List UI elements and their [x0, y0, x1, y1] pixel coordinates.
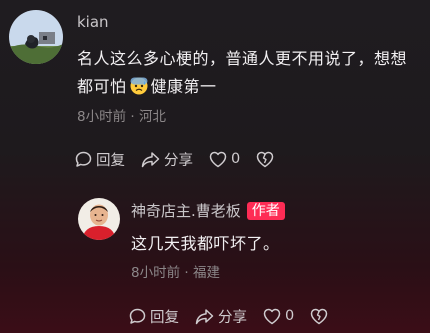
comment-meta: 8小时前 · 福建 [131, 264, 220, 282]
avatar[interactable] [9, 10, 63, 64]
comment-item: kian 名人这么多心梗的，普通人更不用说了，想想都可怕 健康第一 8小时前 ·… [0, 0, 430, 180]
like-button[interactable]: 0 [209, 151, 240, 168]
meta-separator: · [130, 109, 135, 125]
dislike-button[interactable] [310, 308, 328, 325]
reply-label: 回复 [150, 309, 179, 326]
comment-bubble-icon [129, 308, 146, 324]
avatar-image [78, 198, 120, 240]
share-arrow-icon [195, 308, 214, 324]
comment-time: 8小时前 [77, 109, 127, 125]
comment-meta: 8小时前 · 河北 [77, 108, 166, 126]
avatar[interactable] [78, 198, 120, 240]
reply-button[interactable]: 回复 [129, 306, 179, 327]
broken-heart-icon [310, 308, 328, 324]
heart-icon [209, 151, 227, 167]
comment-author-name[interactable]: 神奇店主.曹老板 [131, 202, 241, 220]
comment-location: 河北 [138, 109, 166, 125]
comment-time: 8小时前 [131, 265, 181, 281]
comment-text-part1: 名人这么多心梗的，普通人更不用说了，想想都可怕 [77, 49, 408, 96]
reply-comment-item: 神奇店主.曹老板 作者 这几天我都吓坏了。 8小时前 · 福建 回复 分享 0 [0, 180, 430, 333]
anxious-face-with-sweat-emoji [130, 77, 148, 95]
comment-actions: 回复 分享 0 [75, 149, 290, 169]
share-label: 分享 [218, 309, 247, 326]
comment-bubble-icon [75, 151, 92, 167]
share-button[interactable]: 分享 [141, 149, 193, 170]
heart-icon [263, 308, 281, 324]
comment-author: 神奇店主.曹老板 作者 [131, 202, 285, 220]
broken-heart-icon [256, 151, 274, 167]
comment-actions: 回复 分享 0 [129, 306, 344, 326]
like-button[interactable]: 0 [263, 308, 294, 325]
share-button[interactable]: 分享 [195, 306, 247, 327]
share-arrow-icon [141, 151, 160, 167]
reply-label: 回复 [96, 152, 125, 169]
meta-separator: · [184, 265, 189, 281]
author-badge: 作者 [246, 202, 285, 220]
comment-author[interactable]: kian [77, 13, 109, 31]
reply-button[interactable]: 回复 [75, 149, 125, 170]
comment-text: 这几天我都吓坏了。 [131, 234, 280, 253]
like-count: 0 [231, 151, 241, 167]
share-label: 分享 [164, 152, 193, 169]
avatar-image [9, 10, 63, 64]
like-count: 0 [285, 308, 295, 324]
comment-text-part2: 健康第一 [150, 77, 217, 96]
comment-text: 名人这么多心梗的，普通人更不用说了，想想都可怕 健康第一 [77, 45, 417, 101]
comment-location: 福建 [192, 265, 220, 281]
dislike-button[interactable] [256, 151, 274, 168]
